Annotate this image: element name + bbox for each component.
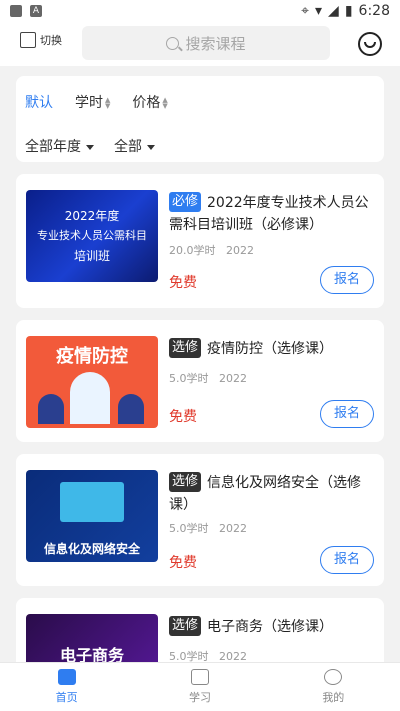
course-title-text: 电子商务（选修课） — [207, 619, 333, 635]
search-input[interactable]: 搜索课程 — [82, 26, 330, 60]
course-year: 2022 — [219, 522, 247, 535]
course-title: 选修 信息化及网络安全（选修课） — [169, 472, 374, 516]
status-left-icons: A — [10, 5, 42, 17]
tab-label: 我的 — [322, 691, 345, 704]
type-dropdown[interactable]: 全部 — [114, 136, 155, 156]
sort-hours[interactable]: 学时 ▲ ▼ — [75, 92, 110, 112]
location-icon: ⌖ — [301, 3, 310, 19]
enroll-button[interactable]: 报名 — [320, 546, 374, 574]
top-header: 切换 搜索课程 — [0, 24, 400, 66]
year-dropdown-label: 全部年度 — [25, 139, 81, 155]
sort-hours-label: 学时 — [75, 95, 103, 111]
course-card[interactable]: 疫情防控 选修 疫情防控（选修课） 5.0学时 2022 免费 报名 — [16, 320, 384, 442]
battery-icon: ▮ — [344, 3, 353, 19]
sort-price-label: 价格 — [132, 95, 161, 111]
switch-icon — [20, 32, 36, 48]
enroll-button[interactable]: 报名 — [320, 266, 374, 294]
sort-arrows-icon: ▲ ▼ — [162, 96, 168, 110]
elective-tag: 选修 — [169, 338, 201, 358]
course-thumbnail: 疫情防控 — [26, 336, 158, 428]
tab-study[interactable]: 学习 — [133, 663, 266, 711]
thumbnail-text: 2022年度 专业技术人员公需科目 培训班 — [26, 206, 158, 266]
home-icon — [57, 669, 76, 685]
course-card[interactable]: 信息化及网络安全 选修 信息化及网络安全（选修课） 5.0学时 2022 免费 报… — [16, 454, 384, 586]
course-card[interactable]: 2022年度 专业技术人员公需科目 培训班 必修 2022年度专业技术人员公需科目… — [16, 174, 384, 308]
tab-label: 首页 — [55, 691, 78, 704]
monitor-graphic — [60, 482, 124, 522]
course-hours: 5.0学时 — [169, 522, 209, 535]
course-meta: 5.0学时 2022 — [169, 370, 247, 386]
gallery-icon — [10, 5, 22, 17]
thumbnail-line: 专业技术人员公需科目 — [37, 229, 147, 242]
course-title: 选修 电子商务（选修课） — [169, 616, 374, 638]
switch-button[interactable]: 切换 — [20, 32, 62, 48]
course-hours: 20.0学时 — [169, 244, 216, 257]
sort-arrows-icon: ▲ ▼ — [105, 96, 111, 110]
tab-label: 学习 — [188, 691, 211, 704]
thumbnail-line: 信息化及网络安全 — [43, 542, 140, 556]
person-figure — [38, 394, 64, 424]
required-tag: 必修 — [169, 192, 201, 212]
bottom-tabbar: 首页 学习 我的 — [0, 662, 400, 711]
course-title-text: 疫情防控（选修课） — [207, 341, 333, 357]
course-year: 2022 — [219, 372, 247, 385]
course-price: 免费 — [169, 409, 197, 425]
switch-label: 切换 — [40, 34, 62, 47]
course-price: 免费 — [169, 275, 197, 291]
status-bar: A ⌖ ▾ ◢ ▮ 6:28 — [0, 0, 400, 24]
medic-figure — [70, 372, 110, 424]
tab-mine[interactable]: 我的 — [267, 663, 400, 711]
filter-panel: 默认 学时 ▲ ▼ 价格 ▲ ▼ 全部年度 全部 — [16, 76, 384, 162]
sort-row: 默认 学时 ▲ ▼ 价格 ▲ ▼ — [25, 92, 168, 112]
a-icon: A — [30, 5, 42, 17]
course-price: 免费 — [169, 555, 197, 571]
wifi-icon: ▾ — [315, 3, 323, 19]
elective-tag: 选修 — [169, 616, 201, 636]
course-year: 2022 — [226, 244, 254, 257]
type-dropdown-label: 全部 — [114, 139, 142, 155]
course-thumbnail: 2022年度 专业技术人员公需科目 培训班 — [26, 190, 158, 282]
thumbnail-line: 2022年度 — [64, 209, 120, 223]
service-avatar-icon[interactable] — [358, 32, 382, 56]
search-icon — [166, 36, 180, 50]
chevron-down-icon — [86, 144, 94, 150]
thumbnail-line: 培训班 — [73, 249, 110, 263]
elective-tag: 选修 — [169, 472, 201, 492]
sort-default[interactable]: 默认 — [25, 92, 53, 112]
course-thumbnail: 信息化及网络安全 — [26, 470, 158, 562]
search-placeholder: 搜索课程 — [185, 34, 246, 53]
course-meta: 5.0学时 2022 — [169, 520, 247, 536]
profile-icon — [324, 669, 343, 685]
chevron-down-icon — [147, 144, 155, 150]
year-dropdown[interactable]: 全部年度 — [25, 136, 94, 156]
status-time: 6:28 — [358, 3, 390, 19]
course-title: 选修 疫情防控（选修课） — [169, 338, 374, 360]
person-figure — [118, 394, 144, 424]
study-icon — [190, 669, 209, 685]
signal-icon: ◢ — [328, 3, 339, 19]
tab-home[interactable]: 首页 — [0, 663, 133, 711]
filter-row: 全部年度 全部 — [25, 136, 155, 156]
course-meta: 20.0学时 2022 — [169, 242, 254, 258]
enroll-button[interactable]: 报名 — [320, 400, 374, 428]
sort-price[interactable]: 价格 ▲ ▼ — [132, 92, 167, 112]
course-title: 必修 2022年度专业技术人员公需科目培训班（必修课） — [169, 192, 374, 236]
course-hours: 5.0学时 — [169, 372, 209, 385]
thumbnail-line: 疫情防控 — [56, 346, 128, 367]
status-right: ⌖ ▾ ◢ ▮ 6:28 — [301, 3, 390, 19]
